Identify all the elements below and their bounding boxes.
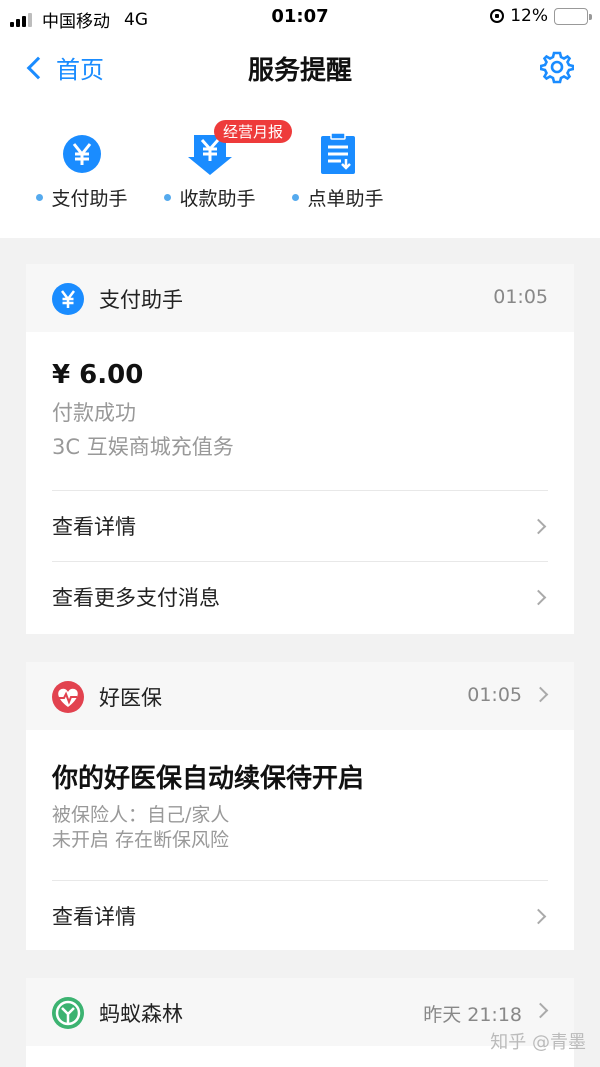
tab-label: 支付助手 xyxy=(12,184,152,211)
payment-amount: ¥ 6.00 xyxy=(52,360,144,390)
card-header[interactable]: 支付助手 01:05 xyxy=(26,264,574,332)
insured-person: 被保险人：自己/家人 xyxy=(52,804,230,826)
chevron-right-icon xyxy=(530,518,547,535)
status-right: 12% xyxy=(490,6,592,26)
tree-sprout-icon xyxy=(52,997,84,1029)
gear-icon xyxy=(539,51,575,84)
battery-icon xyxy=(554,7,592,25)
order-list-icon xyxy=(321,132,355,174)
payment-body[interactable]: ¥ 6.00 付款成功 3C 互娱商城充值务 xyxy=(26,332,574,490)
watermark: 知乎 @青墨 xyxy=(490,1032,586,1053)
tab-collection-assistant[interactable]: 收款助手 经营月报 xyxy=(140,120,293,211)
tab-label: 收款助手 xyxy=(140,184,280,211)
yen-circle-icon xyxy=(63,135,101,173)
app-name: 蚂蚁森林 xyxy=(99,1002,183,1026)
chevron-right-icon xyxy=(530,589,547,606)
assistant-tabs: 支付助手 收款助手 经营月报 点单助手 xyxy=(0,100,600,238)
message-time: 01:05 xyxy=(467,684,522,706)
card-header[interactable]: 好医保 01:05 xyxy=(26,662,574,730)
more-payment-messages-row[interactable]: 查看更多支付消息 xyxy=(52,561,548,632)
rotation-lock-icon xyxy=(490,9,505,23)
row-label: 查看详情 xyxy=(52,515,136,539)
settings-button[interactable] xyxy=(539,50,575,84)
page-title: 服务提醒 xyxy=(247,56,352,86)
heartbeat-icon xyxy=(52,681,84,713)
chevron-right-icon xyxy=(530,908,547,925)
view-details-row[interactable]: 查看详情 xyxy=(52,490,548,561)
chevron-right-icon xyxy=(532,1002,549,1019)
row-label: 查看更多支付消息 xyxy=(52,586,220,610)
nav-bar: 首页 服务提醒 xyxy=(0,36,600,100)
tab-order-assistant[interactable]: 点单助手 xyxy=(268,128,408,211)
battery-percent: 12% xyxy=(510,6,548,26)
payment-card: 支付助手 01:05 ¥ 6.00 付款成功 3C 互娱商城充值务 查看详情 查… xyxy=(26,264,574,634)
insurance-headline: 你的好医保自动续保待开启 xyxy=(52,764,365,794)
renewal-risk: 未开启 存在断保风险 xyxy=(52,829,230,851)
tab-label: 点单助手 xyxy=(268,184,408,211)
message-time: 01:05 xyxy=(493,286,548,308)
app-name: 支付助手 xyxy=(99,288,183,312)
status-bar: 中国移动 4G 01:07 12% xyxy=(0,0,600,36)
message-time: 昨天 21:18 xyxy=(423,1004,522,1026)
view-details-row[interactable]: 查看详情 xyxy=(52,880,548,951)
app-name: 好医保 xyxy=(99,686,162,710)
yen-circle-icon xyxy=(52,283,84,315)
row-label: 查看详情 xyxy=(52,905,136,929)
tab-payment-assistant[interactable]: 支付助手 xyxy=(12,128,152,211)
insurance-card: 好医保 01:05 你的好医保自动续保待开启 被保险人：自己/家人 未开启 存在… xyxy=(26,662,574,950)
merchant-name: 3C 互娱商城充值务 xyxy=(52,435,234,459)
chevron-right-icon xyxy=(532,686,549,703)
insurance-body[interactable]: 你的好医保自动续保待开启 被保险人：自己/家人 未开启 存在断保风险 xyxy=(26,730,574,880)
payment-status: 付款成功 xyxy=(52,401,136,425)
